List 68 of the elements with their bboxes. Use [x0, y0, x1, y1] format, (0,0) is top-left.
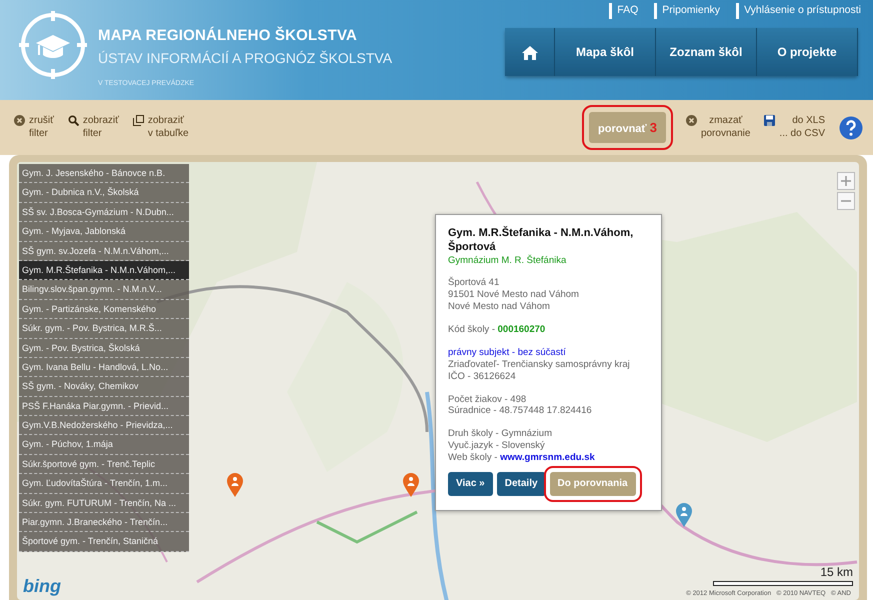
address-line: Športová 41: [448, 277, 500, 290]
top-link[interactable]: Vyhlásenie o prístupnosti: [736, 3, 861, 19]
nav-tab[interactable]: Mapa škôl: [555, 28, 656, 76]
school-list-item[interactable]: Gym. M.R.Štefanika - N.M.n.Váhom,...: [19, 260, 189, 280]
export-link[interactable]: do XLS: [779, 115, 825, 128]
home-icon: [522, 46, 538, 60]
school-list-item[interactable]: Gym. - Púchov, 1.mája: [19, 435, 189, 455]
code-label: Kód školy -: [448, 324, 496, 335]
web-label: Web školy -: [448, 452, 498, 463]
school-list-item[interactable]: Gym. J. Jesenského - Bánovce n.B.: [19, 164, 189, 184]
detail-line: Zriaďovateľ- Trenčiansky samosprávny kraj: [448, 358, 631, 370]
scale-label: 15 km: [819, 564, 853, 581]
map-marker-icon[interactable]: [675, 502, 693, 528]
toolbar-link[interactable]: zobraziť filter: [82, 115, 119, 140]
top-link[interactable]: FAQ: [609, 3, 638, 19]
detail-line: Počet žiakov - 498: [448, 394, 528, 406]
top-link[interactable]: Pripomienky: [654, 3, 720, 19]
popup-button[interactable]: Detaily: [496, 472, 546, 496]
school-list-item[interactable]: Bilingv.slov.špan.gymn. - N.M.n.V...: [19, 280, 189, 300]
school-list-item[interactable]: Gym. - Dubnica n.V., Školská: [19, 183, 189, 203]
popup-button[interactable]: Viac »: [448, 472, 493, 496]
search-icon: [68, 115, 79, 126]
web-link[interactable]: www.gmrsnm.edu.sk: [500, 452, 595, 463]
toolbar-link[interactable]: zobraziť v tabuľke: [148, 115, 189, 140]
school-list-item[interactable]: Gym. ĽudovítaŠtúra - Trenčín, 1.m...: [19, 474, 189, 494]
school-list-item[interactable]: Súkr.športové gym. - Trenč.Teplic: [19, 454, 189, 474]
school-list-item[interactable]: Piar.gymn. J.Braneckého - Trenčín...: [19, 513, 189, 532]
close-icon: [14, 115, 25, 126]
zoom-in-icon[interactable]: [837, 172, 855, 190]
school-list-item[interactable]: Súkr. gym. - Pov. Bystrica, M.R.Š...: [19, 319, 189, 339]
school-list-item[interactable]: Športové gym. - Trenčín, Staničná: [19, 532, 189, 552]
compare-button[interactable]: Do porovnania: [550, 472, 636, 496]
school-list-item[interactable]: Gym. - Partizánske, Komenského: [19, 300, 189, 320]
home-button[interactable]: [505, 28, 555, 76]
school-list-item[interactable]: Gym. - Myjava, Jablonská: [19, 222, 189, 242]
address-line: Nové Mesto nad Váhom: [448, 301, 551, 313]
toolbar-link[interactable]: zmazať porovnanie: [700, 115, 750, 140]
address-line: 91501 Nové Mesto nad Váhom: [448, 289, 580, 302]
provider-logo: bing: [23, 575, 61, 598]
school-list-item[interactable]: Gym.V.B.Nedožerského - Prievidza,...: [19, 416, 189, 436]
detail-line: Súradnice - 48.757448 17.824416: [448, 405, 593, 418]
detail-line: Druh školy - Gymnázium: [448, 428, 553, 440]
school-name: Gymnázium M. R. Štefánika: [448, 254, 568, 266]
legal-status: právny subjekt - bez súčastí: [448, 346, 567, 359]
compare-button[interactable]: porovnať 3: [589, 112, 666, 144]
export-link[interactable]: ... do CSV: [779, 128, 825, 140]
school-list-item[interactable]: Súkr. gym. FUTURUM - Trenčín, Na ...: [19, 494, 189, 514]
windows-icon: [132, 115, 144, 126]
help-icon[interactable]: [839, 116, 863, 140]
nav-tab[interactable]: O projekte: [757, 28, 858, 76]
map-marker-icon[interactable]: [226, 472, 244, 498]
site-subtitle: ÚSTAV INFORMÁCIÍ A PROGNÓZ ŠKOLSTVA: [98, 48, 392, 68]
map-marker-icon[interactable]: [402, 472, 420, 498]
zoom-out-icon[interactable]: [837, 192, 855, 210]
school-list-item[interactable]: SŠ gym. - Nováky, Chemikov: [19, 377, 189, 397]
school-title: Gym. M.R.Štefanika - N.M.n.Váhom, Športová: [448, 227, 634, 254]
graduation-cap-logo: [18, 10, 88, 80]
school-list-item[interactable]: Gym. - Pov. Bystrica, Školská: [19, 338, 189, 358]
detail-line: Vyuč.jazyk - Slovenský: [448, 440, 546, 452]
toolbar-link[interactable]: zrušiť filter: [29, 115, 54, 140]
school-list-item[interactable]: Gym. Ivana Bellu - Handlová, L.No...: [19, 358, 189, 378]
nav-tab[interactable]: Zoznam škôl: [656, 28, 757, 76]
site-title: MAPA REGIONÁLNEHO ŠKOLSTVA: [98, 26, 358, 46]
close-icon: [686, 115, 697, 126]
school-code: 000160270: [498, 324, 546, 335]
school-list-item[interactable]: PSŠ F.Hanáka Piar.gymn. - Prievid...: [19, 396, 189, 416]
school-list-item[interactable]: SŠ sv. J.Bosca-Gymázium - N.Dubn...: [19, 202, 189, 222]
detail-line: IČO - 36126624: [448, 370, 517, 382]
